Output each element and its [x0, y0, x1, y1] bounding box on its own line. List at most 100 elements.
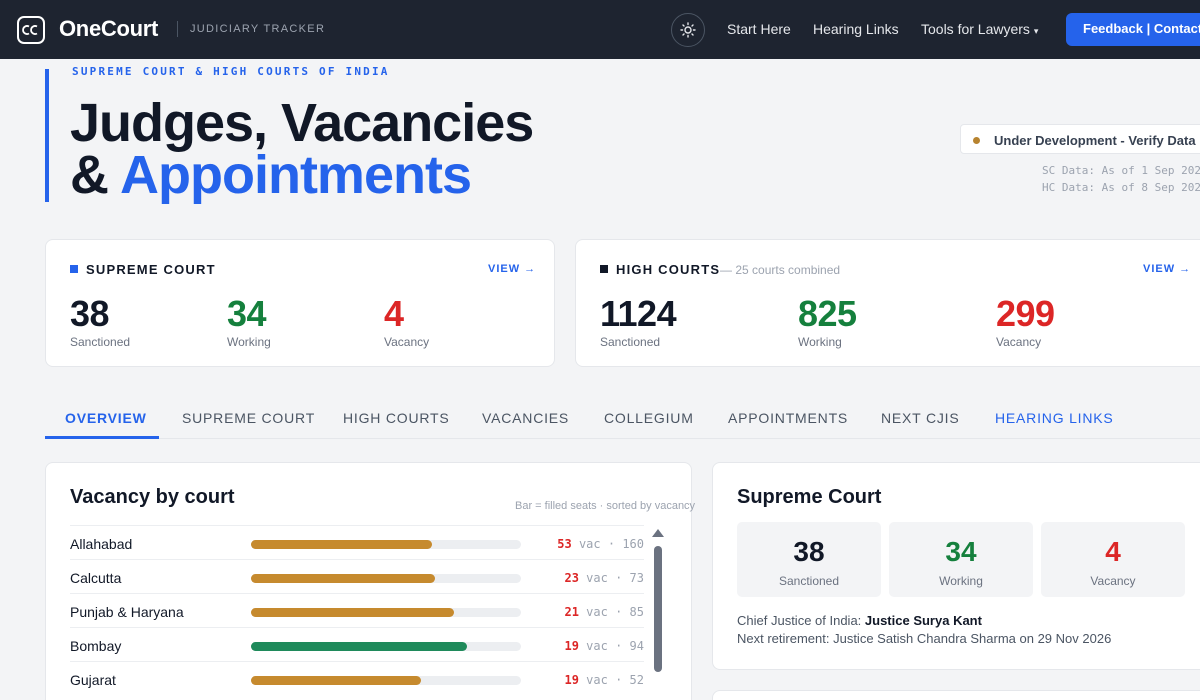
filled-seats-bar	[251, 574, 521, 583]
list-item[interactable]: Bombay 19 vac · 94	[70, 627, 644, 661]
onecourt-logo-icon[interactable]	[17, 16, 45, 44]
feedback-contact-button[interactable]: Feedback | Contact	[1066, 13, 1200, 46]
chief-justice-line: Chief Justice of India: Justice Surya Ka…	[737, 613, 982, 628]
sc-vacancy-box: 4 Vacancy	[1041, 522, 1185, 597]
sc-panel-working-label: Working	[939, 574, 983, 588]
vac-label: vac	[586, 571, 608, 585]
vacancy-count: 53	[557, 537, 572, 551]
card-title: SUPREME COURT	[86, 262, 216, 277]
scrollbar-thumb[interactable]	[654, 546, 662, 672]
hc-sanctioned-value: 1124	[600, 293, 677, 334]
filled-seats-fill	[251, 608, 454, 617]
vac-label: vac	[586, 605, 608, 619]
cji-name: Justice Surya Kant	[864, 613, 982, 628]
sc-panel-vacancy-label: Vacancy	[1090, 574, 1136, 588]
tab-high-courts[interactable]: HIGH COURTS	[343, 410, 450, 426]
tab-collegium[interactable]: COLLEGIUM	[604, 410, 694, 426]
tab-vacancies[interactable]: VACANCIES	[482, 410, 569, 426]
page-title-line1: Judges, Vacancies	[70, 93, 534, 153]
supreme-court-panel: Supreme Court 38 Sanctioned 34 Working 4…	[712, 462, 1200, 670]
sanctioned-count: 85	[629, 605, 644, 619]
panel-note: Bar = filled seats · sorted by vacancy	[515, 500, 696, 512]
court-name: Calcutta	[70, 570, 122, 586]
sc-working-box: 34 Working	[889, 522, 1033, 597]
hc-view-link[interactable]: VIEW →	[1143, 263, 1191, 275]
hc-working-label: Working	[798, 335, 842, 349]
hero-accent-bar	[45, 69, 49, 202]
vacancy-stat: 21 vac · 85	[564, 605, 644, 619]
brand-subtitle: JUDICIARY TRACKER	[190, 23, 326, 35]
status-badge: Under Development - Verify Data	[960, 124, 1200, 154]
tab-supreme-court[interactable]: SUPREME COURT	[182, 410, 315, 426]
tab-overview[interactable]: OVERVIEW	[65, 410, 147, 426]
next-panel-edge	[712, 690, 1200, 700]
sun-icon	[680, 22, 696, 38]
panel-title: Vacancy by court	[70, 486, 235, 508]
sc-panel-vacancy-value: 4	[1105, 536, 1121, 567]
sc-view-link[interactable]: VIEW →	[488, 263, 536, 275]
vac-label: vac	[586, 673, 608, 687]
cji-label: Chief Justice of India:	[737, 613, 865, 628]
filled-seats-bar	[251, 608, 521, 617]
court-name: Bombay	[70, 638, 122, 654]
tab-appointments[interactable]: APPOINTMENTS	[728, 410, 848, 426]
list-item[interactable]: Gujarat 19 vac · 52	[70, 661, 644, 695]
sanctioned-count: 94	[629, 639, 644, 653]
filled-seats-bar	[251, 642, 521, 651]
sc-data-date: SC Data: As of 1 Sep 2025	[1042, 164, 1200, 177]
hero-eyebrow: SUPREME COURT & HIGH COURTS OF INDIA	[72, 65, 390, 78]
theme-toggle-button[interactable]	[671, 13, 705, 47]
list-item[interactable]: Allahabad 53 vac · 160	[70, 525, 644, 559]
hc-vacancy-label: Vacancy	[996, 335, 1042, 349]
active-tab-indicator	[45, 436, 159, 439]
filled-seats-fill	[251, 676, 422, 685]
hc-working-value: 825	[798, 293, 857, 334]
hc-sanctioned-label: Sanctioned	[600, 335, 661, 349]
vacancy-by-court-panel: Vacancy by court Bar = filled seats · so…	[45, 462, 696, 700]
brand-divider	[177, 21, 178, 37]
nav-hearing-links[interactable]: Hearing Links	[813, 21, 899, 37]
scroll-up-icon[interactable]	[652, 529, 664, 537]
sc-panel-sanctioned-value: 38	[793, 536, 825, 567]
nav-start-here[interactable]: Start Here	[727, 21, 791, 37]
filled-seats-bar	[251, 540, 521, 549]
court-name: Allahabad	[70, 536, 133, 552]
sanctioned-count: 73	[629, 571, 644, 585]
section-tabs: OVERVIEW SUPREME COURT HIGH COURTS VACAN…	[45, 404, 1200, 439]
nav-tools-for-lawyers[interactable]: Tools for Lawyers ▾	[921, 21, 1038, 37]
vac-label: vac	[578, 537, 601, 551]
brand-name[interactable]: OneCourt	[59, 16, 158, 42]
status-badge-label: Under Development - Verify Data	[994, 133, 1196, 148]
filled-seats-bar	[251, 676, 521, 685]
sc-sanctioned-value: 38	[70, 293, 110, 334]
high-courts-square-icon	[600, 265, 608, 273]
vacancy-stat: 19 vac · 52	[564, 673, 644, 687]
vac-label: vac	[586, 639, 608, 653]
tab-hearing-links[interactable]: HEARING LINKS	[995, 410, 1114, 426]
sc-working-label: Working	[227, 335, 271, 349]
court-name: Punjab & Haryana	[70, 604, 184, 620]
vacancy-list-scrollbar[interactable]	[652, 529, 664, 697]
sc-sanctioned-label: Sanctioned	[70, 335, 131, 349]
tab-next-cjis[interactable]: NEXT CJIS	[881, 410, 960, 426]
vacancy-stat: 23 vac · 73	[564, 571, 644, 585]
sc-panel-working-value: 34	[945, 536, 977, 567]
list-item[interactable]: Punjab & Haryana 21 vac · 85	[70, 593, 644, 627]
filled-seats-fill	[251, 642, 467, 651]
sc-vacancy-label: Vacancy	[384, 335, 430, 349]
vacancy-count: 19	[564, 673, 579, 687]
vacancy-count: 21	[564, 605, 579, 619]
high-courts-summary-card: HIGH COURTS — 25 courts combined VIEW → …	[575, 239, 1200, 367]
vacancy-stat: 19 vac · 94	[564, 639, 644, 653]
next-retirement-line: Next retirement: Justice Satish Chandra …	[737, 631, 1112, 646]
vacancy-count: 19	[564, 639, 579, 653]
card-title: HIGH COURTS	[616, 262, 721, 277]
status-dot-icon	[973, 137, 980, 144]
nav-tools-label: Tools for Lawyers	[921, 21, 1030, 37]
list-item[interactable]: Calcutta 23 vac · 73	[70, 559, 644, 593]
sc-vacancy-value: 4	[384, 293, 404, 334]
supreme-court-summary-card: SUPREME COURT VIEW → 38 Sanctioned 34 Wo…	[45, 239, 555, 367]
hc-data-date: HC Data: As of 8 Sep 2025	[1042, 181, 1200, 194]
sc-sanctioned-box: 38 Sanctioned	[737, 522, 881, 597]
filled-seats-fill	[251, 540, 432, 549]
